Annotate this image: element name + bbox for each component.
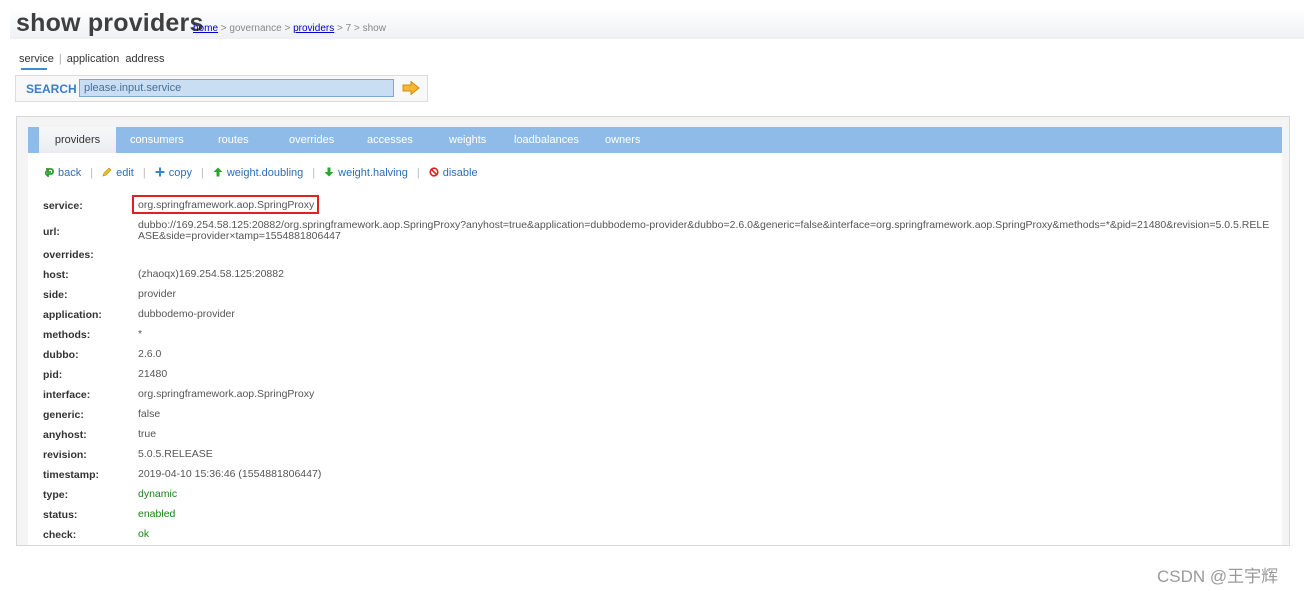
action-toolbar: back | edit | copy | weight.doubling | weight.ha… — [43, 167, 478, 179]
disable-label: disable — [442, 167, 478, 179]
copy-button[interactable]: copy — [155, 167, 192, 179]
breadcrumb-providers-link[interactable]: providers — [293, 23, 334, 34]
subtabs: service | application address — [19, 53, 165, 65]
methods-value: * — [138, 328, 143, 340]
breadcrumb-governance: governance — [229, 23, 282, 34]
watermark: CSDN @王宇辉 — [1157, 567, 1279, 586]
interface-value: org.springframework.aop.SpringProxy — [138, 388, 315, 400]
edit-button[interactable]: edit — [102, 167, 134, 179]
methods-label: methods: — [43, 329, 91, 341]
timestamp-label: timestamp: — [43, 469, 100, 481]
breadcrumb-separator: > — [284, 23, 291, 34]
type-value: dynamic — [138, 488, 178, 500]
breadcrumb-show: show — [362, 23, 386, 34]
down-arrow-icon — [324, 167, 334, 177]
search-input[interactable] — [79, 79, 394, 97]
overrides-label: overrides: — [43, 249, 94, 261]
tab-weights[interactable]: weights — [449, 127, 486, 153]
up-arrow-icon — [213, 167, 223, 177]
pid-label: pid: — [43, 369, 63, 381]
service-value: org.springframework.aop.SpringProxy — [132, 195, 1273, 214]
action-separator: | — [416, 167, 420, 179]
tab-providers[interactable]: providers — [39, 127, 116, 153]
action-separator: | — [90, 167, 94, 179]
tab-overrides[interactable]: overrides — [289, 127, 334, 153]
breadcrumb-separator: > — [353, 23, 360, 34]
revision-label: revision: — [43, 449, 87, 461]
subtab-application[interactable]: application — [67, 53, 120, 65]
subtab-service[interactable]: service — [19, 53, 54, 65]
orange-right-arrow-icon — [402, 80, 420, 96]
tab-consumers[interactable]: consumers — [130, 127, 184, 153]
breadcrumb-home-link[interactable]: home — [193, 23, 218, 34]
weight-doubling-button[interactable]: weight.doubling — [213, 167, 303, 179]
breadcrumb-separator: > — [337, 23, 343, 34]
return-arrow-icon — [43, 167, 54, 179]
status-label: status: — [43, 509, 78, 521]
search-go-button[interactable] — [402, 80, 420, 96]
url-value: dubbo://169.254.58.125:20882/org.springf… — [138, 219, 1270, 242]
side-label: side: — [43, 289, 68, 301]
interface-label: interface: — [43, 389, 91, 401]
back-label: back — [58, 167, 82, 179]
host-label: host: — [43, 269, 69, 281]
breadcrumb: home > governance > providers > 7 > show — [193, 23, 386, 34]
copy-label: copy — [168, 167, 192, 179]
subtab-address[interactable]: address — [125, 53, 164, 65]
action-separator: | — [312, 167, 316, 179]
plus-icon — [155, 167, 165, 177]
tab-accesses[interactable]: accesses — [367, 127, 413, 153]
tab-bar: providers consumers routes overrides acc… — [28, 127, 1282, 153]
page-title: show providers — [16, 9, 204, 37]
check-value: ok — [138, 528, 150, 540]
tab-routes[interactable]: routes — [218, 127, 249, 153]
pencil-icon — [102, 167, 112, 177]
application-value: dubbodemo-provider — [138, 308, 235, 320]
action-separator: | — [142, 167, 146, 179]
edit-label: edit — [116, 167, 134, 179]
host-value: (zhaoqx)169.254.58.125:20882 — [138, 268, 284, 280]
status-value: enabled — [138, 508, 176, 520]
weight-halving-label: weight.halving — [338, 167, 408, 179]
service-highlight-box — [132, 195, 319, 214]
breadcrumb-id: 7 — [345, 23, 352, 34]
timestamp-value: 2019-04-10 15:36:46 (1554881806447) — [138, 468, 322, 480]
generic-label: generic: — [43, 409, 84, 421]
search-box: SEARCH — [15, 75, 428, 102]
dubbo-value: 2.6.0 — [138, 348, 162, 360]
action-separator: | — [200, 167, 204, 179]
back-button[interactable]: back — [43, 167, 82, 179]
application-label: application: — [43, 309, 102, 321]
anyhost-label: anyhost: — [43, 429, 87, 441]
dubbo-label: dubbo: — [43, 349, 79, 361]
check-label: check: — [43, 529, 77, 541]
side-value: provider — [138, 288, 176, 300]
type-label: type: — [43, 489, 69, 501]
url-label: url: — [43, 226, 60, 238]
revision-value: 5.0.5.RELEASE — [138, 448, 213, 460]
search-label: SEARCH — [26, 82, 77, 96]
tab-owners[interactable]: owners — [605, 127, 640, 153]
provider-panel: providers consumers routes overrides acc… — [16, 116, 1290, 546]
generic-value: false — [138, 408, 161, 420]
pid-value: 21480 — [138, 368, 168, 380]
weight-halving-button[interactable]: weight.halving — [324, 167, 408, 179]
breadcrumb-separator: > — [220, 23, 227, 34]
anyhost-value: true — [138, 428, 157, 440]
weight-doubling-label: weight.doubling — [226, 167, 304, 179]
provider-panel-content: providers consumers routes overrides acc… — [28, 127, 1282, 545]
forbidden-icon — [429, 167, 439, 177]
disable-button[interactable]: disable — [429, 167, 478, 179]
active-subtab-indicator — [21, 68, 47, 70]
subtab-separator: | — [58, 53, 62, 65]
service-label: service: — [43, 200, 83, 212]
tab-loadbalances[interactable]: loadbalances — [514, 127, 579, 153]
